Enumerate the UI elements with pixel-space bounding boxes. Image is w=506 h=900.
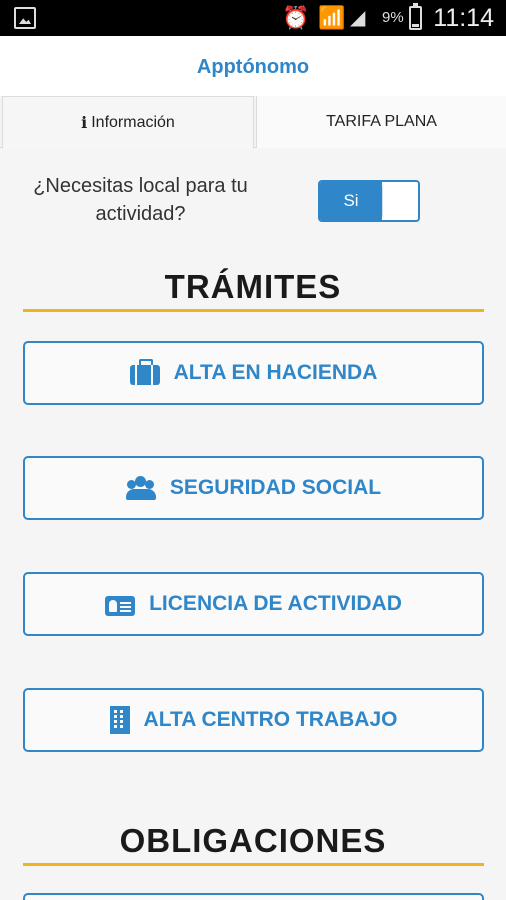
- tab-informacion-label: Información: [91, 113, 175, 131]
- app-header: Apptónomo: [0, 36, 506, 96]
- app-title: Apptónomo: [196, 56, 310, 78]
- seguridad-social-button[interactable]: SEGURIDAD SOCIAL: [23, 456, 484, 520]
- id-card-icon: [105, 595, 136, 616]
- status-time: 11:14: [433, 4, 494, 32]
- tab-tarifa-plana[interactable]: TARIFA PLANA: [256, 96, 506, 148]
- battery-percent: 9%: [382, 9, 404, 26]
- section-title-tramites: TRÁMITES: [164, 268, 342, 305]
- button-label: ALTA EN HACIENDA: [173, 361, 378, 384]
- toggle-label: Si: [320, 182, 382, 220]
- section-underline: [23, 863, 484, 866]
- alarm-icon: ⏰: [282, 5, 310, 30]
- toggle-knob: [382, 184, 416, 218]
- local-toggle[interactable]: Si: [318, 180, 420, 222]
- button-label: SEGURIDAD SOCIAL: [169, 476, 382, 499]
- alta-hacienda-button[interactable]: ALTA EN HACIENDA: [23, 341, 484, 405]
- image-notification-icon: [14, 7, 36, 29]
- battery-icon: [409, 3, 422, 30]
- tab-bar: i Información TARIFA PLANA: [0, 96, 506, 148]
- next-button-partial[interactable]: [23, 893, 484, 900]
- status-bar: ⏰ 📶 ◢ 9% 11:14: [0, 0, 506, 36]
- users-icon: [125, 475, 156, 501]
- tab-tarifa-plana-label: TARIFA PLANA: [326, 113, 437, 130]
- button-label: ALTA CENTRO TRABAJO: [143, 708, 398, 731]
- licencia-actividad-button[interactable]: LICENCIA DE ACTIVIDAD: [23, 572, 484, 636]
- button-label: LICENCIA DE ACTIVIDAD: [149, 592, 402, 615]
- signal-icon: ◢: [350, 7, 366, 29]
- info-icon: i: [81, 113, 88, 132]
- section-underline: [23, 309, 484, 312]
- wifi-icon: 📶: [318, 5, 346, 30]
- section-title-obligaciones: OBLIGACIONES: [119, 822, 387, 859]
- briefcase-icon: [129, 359, 160, 385]
- local-question: ¿Necesitas local para tu actividad?: [33, 175, 248, 225]
- building-icon: [109, 706, 130, 734]
- alta-centro-trabajo-button[interactable]: ALTA CENTRO TRABAJO: [23, 688, 484, 752]
- tab-informacion[interactable]: i Información: [2, 96, 254, 148]
